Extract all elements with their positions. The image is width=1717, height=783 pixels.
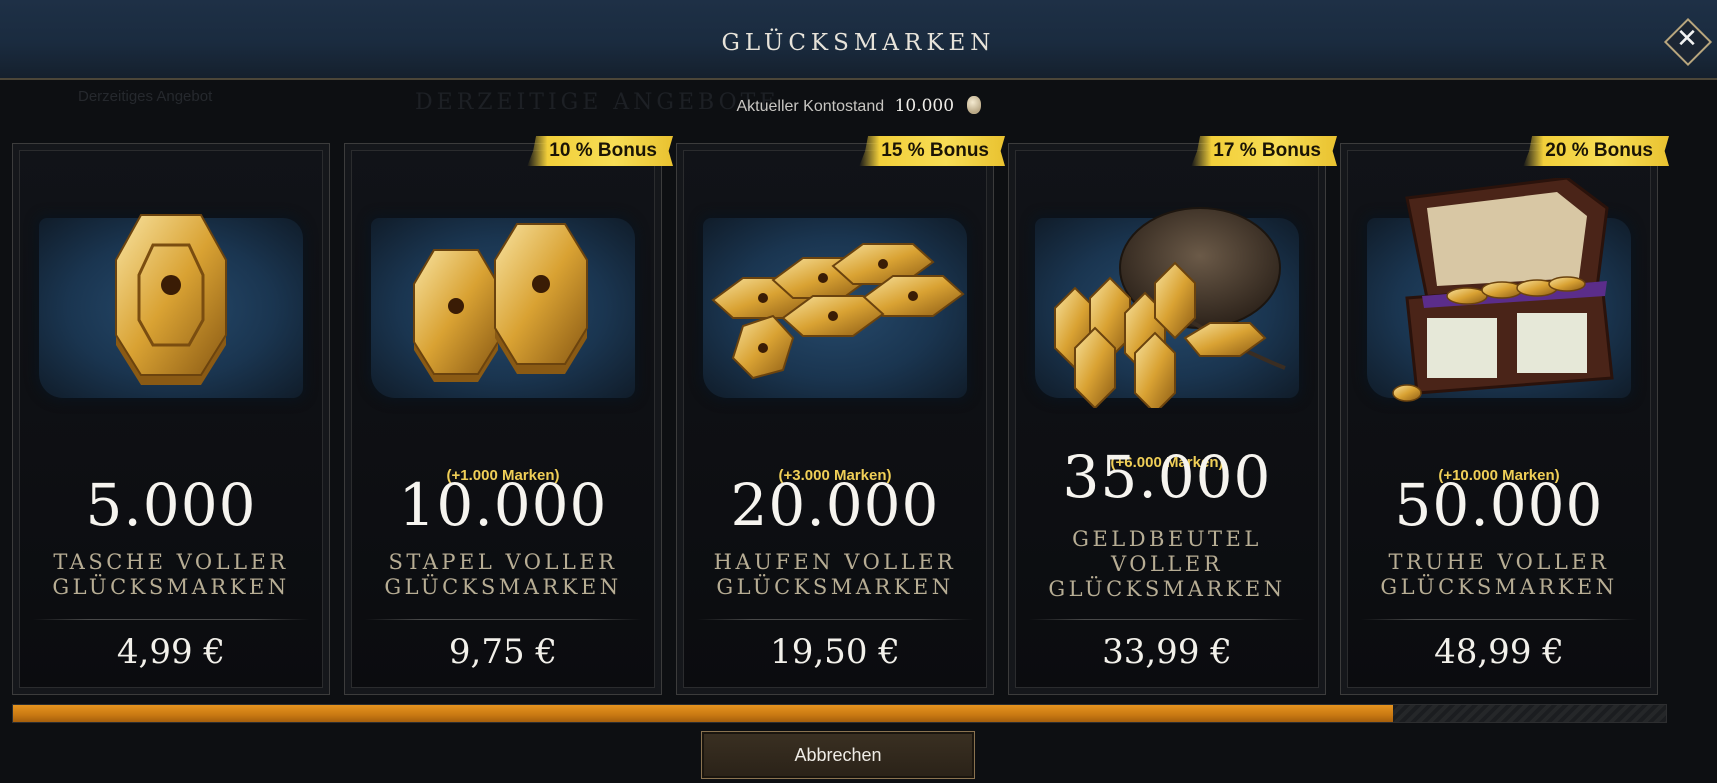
luck-token-icon xyxy=(966,96,981,114)
bonus-badge: 15 % Bonus xyxy=(859,136,1005,166)
offer-card-35000[interactable]: 17 % Bonus (+6.000 Marken) 35.000 GELDBE… xyxy=(1008,136,1337,695)
cancel-button[interactable]: Abbrechen xyxy=(701,731,975,779)
offer-card-10000[interactable]: 10 % Bonus (+1.000 Marken) 10.000 STAPEL… xyxy=(344,136,673,695)
horizontal-scrollbar[interactable] xyxy=(12,704,1667,723)
offer-card-20000[interactable]: 15 % Bonus (+3.000 Marken) 20.000 HAUFEN… xyxy=(676,136,1005,695)
offer-price: 33,99 € xyxy=(1102,632,1232,672)
offer-price: 19,50 € xyxy=(770,632,900,672)
offer-name: GELDBEUTEL VOLLER GLÜCKSMARKEN xyxy=(1048,527,1286,601)
offer-name: TASCHE VOLLER GLÜCKSMARKEN xyxy=(52,550,290,599)
token-pouch-image xyxy=(1035,207,1299,408)
offer-name: HAUFEN VOLLER GLÜCKSMARKEN xyxy=(713,550,957,599)
offer-price: 48,99 € xyxy=(1434,632,1564,672)
balance-value: 10.000 xyxy=(894,96,955,116)
balance-label: Aktueller Kontostand xyxy=(736,98,885,115)
divider xyxy=(1029,619,1305,620)
close-icon: ✕ xyxy=(1676,24,1698,54)
bonus-badge: 10 % Bonus xyxy=(527,136,673,166)
offer-amount: 10.000 xyxy=(398,471,608,539)
bonus-badge: 20 % Bonus xyxy=(1523,136,1669,166)
bonus-badge: 17 % Bonus xyxy=(1191,136,1337,166)
offer-amount: 35.000 xyxy=(1062,443,1272,511)
offer-card-50000[interactable]: 20 % Bonus (+10.000 Marken) 50.000 TRUHE… xyxy=(1340,136,1669,695)
offer-amount: 50.000 xyxy=(1394,471,1604,539)
divider xyxy=(1361,619,1637,620)
offer-list: 5.000 TASCHE VOLLER GLÜCKSMARKEN 4,99 € … xyxy=(12,136,1677,695)
offer-price: 4,99 € xyxy=(116,632,226,672)
offer-price: 9,75 € xyxy=(448,632,558,672)
account-balance: Aktueller Kontostand 10.000 xyxy=(0,96,1717,116)
offer-name: TRUHE VOLLER GLÜCKSMARKEN xyxy=(1380,550,1618,599)
divider xyxy=(697,619,973,620)
dialog-title: GLÜCKSMARKEN xyxy=(721,30,996,56)
divider xyxy=(365,619,641,620)
two-token-stacks-image xyxy=(371,218,635,398)
token-pile-image xyxy=(703,218,967,398)
scrollbar-thumb[interactable] xyxy=(13,705,1394,722)
offer-amount: 5.000 xyxy=(85,471,257,539)
offer-name: STAPEL VOLLER GLÜCKSMARKEN xyxy=(384,550,622,599)
offer-amount: 20.000 xyxy=(730,471,940,539)
token-chest-image xyxy=(1367,178,1631,402)
dialog-header: GLÜCKSMARKEN ✕ xyxy=(0,0,1717,80)
offer-card-5000[interactable]: 5.000 TASCHE VOLLER GLÜCKSMARKEN 4,99 € xyxy=(12,143,330,695)
divider xyxy=(33,619,309,620)
single-token-stack-image xyxy=(39,214,303,398)
close-button[interactable]: ✕ xyxy=(1663,17,1713,67)
